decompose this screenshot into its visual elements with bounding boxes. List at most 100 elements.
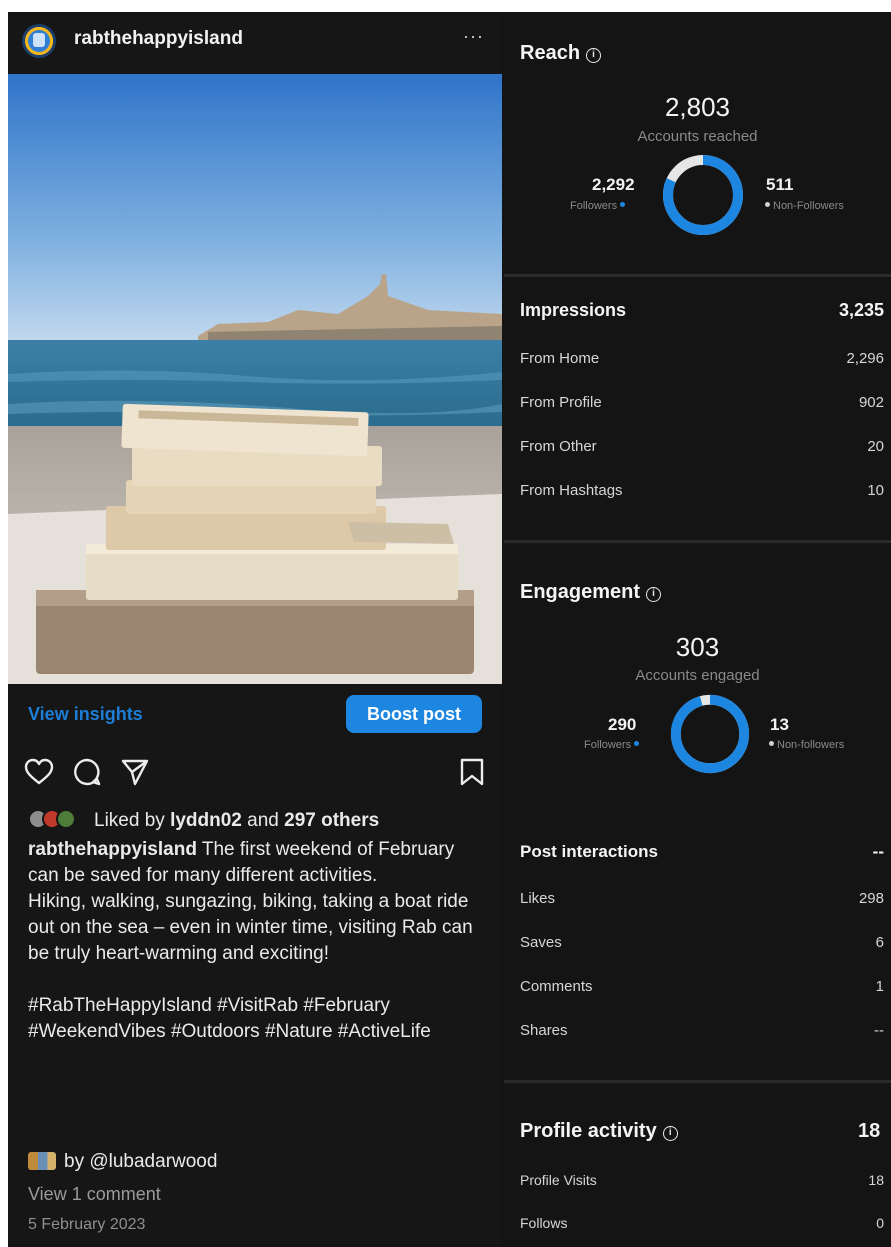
boost-post-button[interactable]: Boost post	[346, 695, 482, 733]
insights-panel: Reach i 2,803 Accounts reached 2,292 Foll…	[504, 12, 891, 1247]
likes-summary[interactable]: Liked by lyddn02 and 297 others	[28, 809, 379, 832]
interactions-row: Saves 6	[520, 934, 884, 956]
impressions-row-value: 902	[858, 394, 884, 411]
bookmark-icon[interactable]	[458, 757, 486, 787]
post-username[interactable]: rabthehappyisland	[74, 28, 243, 50]
post-insights-page: rabthehappyisland ··· View insights Boos…	[8, 12, 891, 1247]
more-options-icon[interactable]: ···	[463, 26, 484, 47]
likes-joiner: and	[247, 810, 279, 831]
avatar[interactable]	[22, 24, 56, 58]
reach-title-text: Reach	[520, 42, 581, 64]
interactions-row: Shares --	[520, 1022, 884, 1044]
view-insights-link[interactable]: View insights	[28, 704, 143, 725]
engagement-followers-value: 290	[608, 715, 637, 734]
impressions-row: From Profile 902	[520, 394, 884, 416]
impressions-row-value: 20	[867, 438, 884, 455]
photo-credit: by @lubadarwood	[28, 1151, 217, 1173]
post-date: 5 February 2023	[28, 1216, 146, 1233]
profile-activity-row: Follows 0	[520, 1215, 884, 1237]
engagement-non-followers-value: 13	[770, 715, 789, 734]
credit-thumbnail	[28, 1152, 56, 1170]
caption-text-2: Hiking, walking, sungazing, biking, taki…	[28, 891, 473, 964]
impressions-row-value: 2,296	[846, 350, 884, 367]
impressions-row: From Hashtags 10	[520, 482, 884, 504]
interactions-header: Post interactions --	[520, 842, 884, 864]
view-comments-link[interactable]: View 1 comment	[28, 1184, 161, 1205]
engagement-followers-label-text: Followers	[584, 739, 632, 751]
interactions-total: --	[872, 842, 884, 861]
interactions-row: Comments 1	[520, 978, 884, 1000]
reach-title: Reach i	[520, 42, 602, 65]
reach-donut-chart	[663, 155, 743, 235]
impressions-row-value: 10	[867, 482, 884, 499]
reach-non-followers-value: 511	[766, 175, 794, 194]
comment-icon[interactable]	[72, 757, 102, 787]
reach-followers-value: 2,292	[592, 175, 635, 194]
info-icon[interactable]: i	[586, 48, 602, 63]
followers-dot	[620, 202, 626, 207]
profile-activity-title-text: Profile activity	[520, 1120, 657, 1142]
profile-activity-row-label: Profile Visits	[520, 1172, 597, 1188]
engagement-total: 303	[675, 632, 720, 662]
post-photo[interactable]	[8, 74, 502, 684]
impressions-title: Impressions	[520, 300, 627, 320]
reach-non-followers-label: Non-Followers	[762, 200, 844, 212]
reach-non-followers-label-text: Non-Followers	[773, 200, 844, 212]
interactions-row-label: Comments	[520, 978, 593, 995]
reach-followers-label-text: Followers	[570, 200, 618, 212]
impressions-row: From Other 20	[520, 438, 884, 460]
section-divider	[504, 1080, 891, 1083]
engagement-title: Engagement i	[520, 581, 662, 604]
caption-author[interactable]: rabthehappyisland	[28, 839, 197, 860]
interactions-row-value: 298	[858, 890, 884, 907]
section-divider	[504, 274, 891, 277]
interactions-row-label: Saves	[520, 934, 562, 951]
profile-activity-total: 18	[858, 1120, 881, 1142]
post-photo-image	[8, 74, 502, 684]
impressions-row-label: From Home	[520, 350, 600, 367]
heart-icon[interactable]	[24, 757, 54, 787]
credit-text[interactable]: by @lubadarwood	[64, 1151, 217, 1172]
impressions-header: Impressions 3,235	[520, 300, 884, 322]
section-divider	[504, 540, 891, 543]
reach-total-label: Accounts reached	[637, 128, 758, 145]
impressions-row-label: From Other	[520, 438, 597, 455]
liker-username[interactable]: lyddn02	[170, 810, 242, 831]
info-icon[interactable]: i	[646, 587, 662, 602]
engagement-donut-chart	[670, 694, 750, 774]
reach-followers-label: Followers	[570, 200, 628, 212]
post-actions	[24, 757, 486, 789]
impressions-row-label: From Profile	[520, 394, 602, 411]
interactions-row-label: Likes	[520, 890, 556, 907]
interactions-row-value: --	[874, 1022, 884, 1039]
engagement-non-followers-label: Non-followers	[766, 739, 844, 751]
likes-prefix: Liked by	[94, 810, 165, 831]
non-followers-dot	[769, 741, 774, 746]
profile-activity-row-value: 0	[876, 1215, 884, 1231]
post-header: rabthehappyisland ···	[8, 12, 502, 72]
profile-activity-row-value: 18	[868, 1172, 884, 1188]
impressions-total: 3,235	[838, 300, 884, 320]
profile-activity-row-label: Follows	[520, 1215, 568, 1231]
engagement-donut-followers-arc	[670, 694, 750, 774]
interactions-row-value: 6	[875, 934, 884, 951]
caption-hashtags[interactable]: #RabTheHappyIsland #VisitRab #February #…	[28, 993, 490, 1045]
engagement-total-label: Accounts engaged	[635, 667, 760, 684]
profile-activity-row: Profile Visits 18	[520, 1172, 884, 1194]
interactions-title: Post interactions	[520, 842, 658, 861]
likes-others[interactable]: 297 others	[284, 810, 379, 831]
info-icon[interactable]: i	[662, 1126, 678, 1141]
post-panel: rabthehappyisland ··· View insights Boos…	[8, 12, 502, 1247]
impressions-row-label: From Hashtags	[520, 482, 623, 499]
interactions-row-value: 1	[875, 978, 884, 995]
liker-avatars	[28, 809, 86, 829]
profile-activity-title: Profile activity i	[520, 1120, 678, 1143]
interactions-row-label: Shares	[520, 1022, 568, 1039]
share-icon[interactable]	[120, 757, 150, 787]
interactions-row: Likes 298	[520, 890, 884, 912]
post-caption: rabthehappyisland The first weekend of F…	[28, 837, 490, 1045]
impressions-row: From Home 2,296	[520, 350, 884, 372]
reach-total: 2,803	[664, 92, 731, 122]
followers-dot	[634, 741, 640, 746]
engagement-title-text: Engagement	[520, 581, 641, 603]
